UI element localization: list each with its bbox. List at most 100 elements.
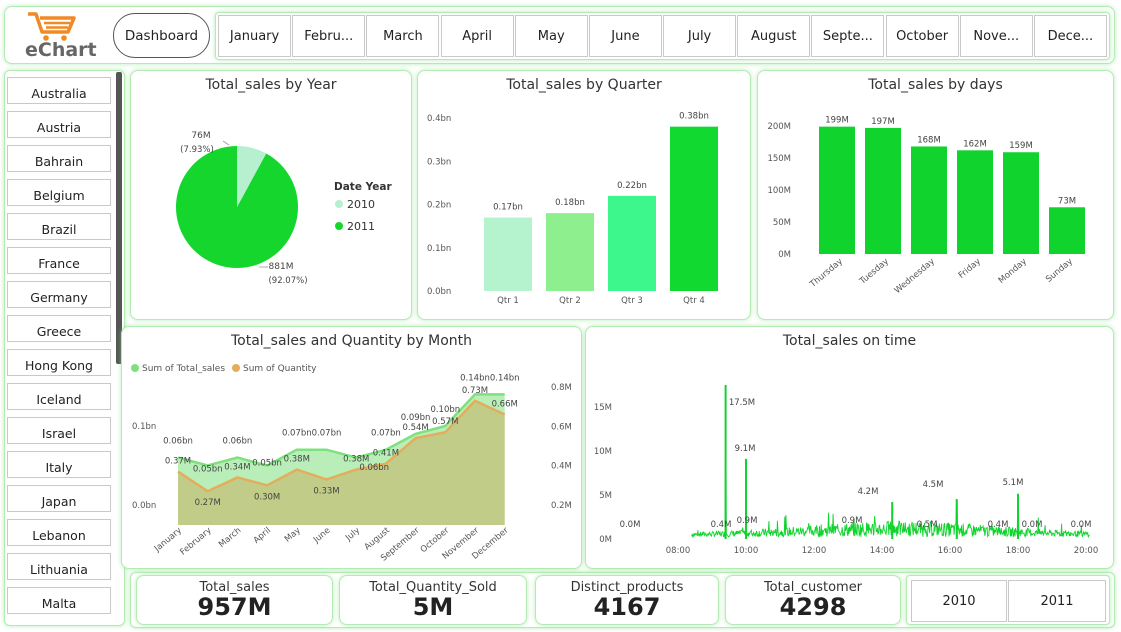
x-axis-tick: Qtr 1 xyxy=(497,296,519,306)
sales-data-label: 0.06bn xyxy=(163,437,193,447)
peak-data-label: 0.9M xyxy=(737,516,758,526)
x-axis-tick: Qtr 4 xyxy=(683,296,705,306)
sidebar-scrollbar[interactable] xyxy=(116,72,122,364)
pie-label-2011-pct: (92.07%) xyxy=(268,276,307,286)
day-bar-wednesday[interactable] xyxy=(911,146,947,254)
x-axis-tick: May xyxy=(283,526,303,545)
quantity-data-label: 0.34M xyxy=(224,462,250,472)
day-bar-friday[interactable] xyxy=(957,150,993,254)
y-axis-tick: 0.2bn xyxy=(427,201,451,211)
month-button-10[interactable]: October xyxy=(885,15,959,57)
quarter-bar-chart: 0.0bn 0.1bn 0.2bn 0.3bn 0.4bn 0.17bn Qtr 1 0.18… xyxy=(427,112,718,306)
panel-sales-on-time: Total_sales on time 0M 5M 10M 15M 08:00 10:00… xyxy=(585,326,1114,569)
kpi-total-quantity-sold: Total_Quantity_Sold 5M xyxy=(339,575,527,625)
sales-data-label: 0.14bn xyxy=(460,373,490,383)
country-item-lithuania[interactable]: Lithuania xyxy=(7,553,111,580)
y-axis-tick: 0M xyxy=(778,250,791,260)
quantity-data-label: 0.41M xyxy=(373,449,399,459)
shopping-cart-icon xyxy=(28,12,76,41)
country-item-lebanon[interactable]: Lebanon xyxy=(7,519,111,546)
quarter-bar-3[interactable] xyxy=(608,195,656,291)
y-axis-tick: 0.0bn xyxy=(427,287,451,297)
bar-data-label: 199M xyxy=(825,116,849,126)
pie-label-2010-value: 76M xyxy=(191,131,210,141)
quarter-bar-2[interactable] xyxy=(546,213,594,291)
month-button-1[interactable]: January xyxy=(218,15,292,57)
sales-data-label: 0.09bn xyxy=(401,413,431,423)
y-right-axis-tick: 0.8M xyxy=(551,383,572,393)
country-item-austria[interactable]: Austria xyxy=(7,111,111,138)
y-axis-tick: 5M xyxy=(599,491,612,501)
x-axis-tick: Qtr 2 xyxy=(559,296,581,306)
panel-sales-by-year: Total_sales by Year 76M (7.93%) 881M (92… xyxy=(130,70,412,320)
y-right-axis-tick: 0.6M xyxy=(551,422,572,432)
country-item-belgium[interactable]: Belgium xyxy=(7,179,111,206)
month-button-5[interactable]: May xyxy=(514,15,588,57)
month-button-11[interactable]: Nove... xyxy=(959,15,1033,57)
bar-data-label: 0.22bn xyxy=(617,181,647,191)
country-item-france[interactable]: France xyxy=(7,247,111,274)
y-axis-tick: 10M xyxy=(594,447,612,457)
month-button-12[interactable]: Dece... xyxy=(1033,15,1107,57)
bar-data-label: 0.38bn xyxy=(679,112,709,122)
country-item-malta[interactable]: Malta xyxy=(7,587,111,614)
peak-data-label: 0.4M xyxy=(988,520,1009,530)
x-axis-tick: 10:00 xyxy=(734,546,759,556)
logo: eChart xyxy=(12,10,102,62)
country-item-bahrain[interactable]: Bahrain xyxy=(7,145,111,172)
x-axis-tick: Friday xyxy=(957,257,983,281)
country-item-germany[interactable]: Germany xyxy=(7,281,111,308)
bar-data-label: 0.17bn xyxy=(493,202,523,212)
day-bar-monday[interactable] xyxy=(1003,152,1039,254)
pie-chart: 76M (7.93%) 881M (92.07%) Date Year 2010… xyxy=(176,131,392,286)
x-axis-tick: 14:00 xyxy=(870,546,895,556)
kpi-total-customer: Total_customer 4298 xyxy=(725,575,901,625)
logo-text: eChart xyxy=(25,39,97,61)
legend-marker-2011 xyxy=(335,222,343,230)
month-button-6[interactable]: June xyxy=(588,15,662,57)
month-button-8[interactable]: August xyxy=(737,15,811,57)
country-item-brazil[interactable]: Brazil xyxy=(7,213,111,240)
quantity-data-label: 0.38M xyxy=(284,455,310,465)
y-axis-tick: 150M xyxy=(767,154,791,164)
x-axis-tick: June xyxy=(311,526,332,546)
year-button-2010[interactable]: 2010 xyxy=(911,580,1007,622)
quarter-bar-1[interactable] xyxy=(484,217,532,291)
kpi-value: 957M xyxy=(197,593,272,621)
month-button-7[interactable]: July xyxy=(663,15,737,57)
country-item-greece[interactable]: Greece xyxy=(7,315,111,342)
legend-item-2010[interactable]: 2010 xyxy=(347,198,375,211)
month-button-2[interactable]: Febru... xyxy=(292,15,366,57)
x-axis-tick: April xyxy=(252,526,273,546)
month-button-9[interactable]: Septe... xyxy=(811,15,885,57)
x-axis-tick: Tuesday xyxy=(857,257,891,288)
y-axis-tick: 200M xyxy=(767,122,791,132)
peak-data-label: 0.4M xyxy=(711,520,732,530)
legend-title: Date Year xyxy=(334,181,392,193)
country-item-australia[interactable]: Australia xyxy=(7,77,111,104)
country-item-israel[interactable]: Israel xyxy=(7,417,111,444)
sales-data-label: 0.06bn xyxy=(223,437,253,447)
bar-data-label: 168M xyxy=(917,135,941,145)
y-axis-tick: 0.1bn xyxy=(427,244,451,254)
x-axis-tick: February xyxy=(178,526,213,558)
quantity-data-label: 0.33M xyxy=(313,486,339,496)
day-bar-thursday[interactable] xyxy=(819,126,855,254)
legend-item-2011[interactable]: 2011 xyxy=(347,220,375,233)
year-button-2011[interactable]: 2011 xyxy=(1008,580,1106,622)
country-item-italy[interactable]: Italy xyxy=(7,451,111,478)
x-axis-tick: March xyxy=(217,526,243,550)
dashboard-button[interactable]: Dashboard xyxy=(113,13,210,58)
quarter-bar-4[interactable] xyxy=(670,126,718,292)
peak-data-label: 0.9M xyxy=(842,516,863,526)
peak-data-label: 4.2M xyxy=(858,487,879,497)
country-item-iceland[interactable]: Iceland xyxy=(7,383,111,410)
country-item-japan[interactable]: Japan xyxy=(7,485,111,512)
day-bar-tuesday[interactable] xyxy=(865,127,901,254)
peak-data-label: 17.5M xyxy=(729,398,755,408)
legend-marker-sales xyxy=(131,364,139,372)
day-bar-sunday[interactable] xyxy=(1049,207,1085,254)
country-item-hong-kong[interactable]: Hong Kong xyxy=(7,349,111,376)
month-button-3[interactable]: March xyxy=(366,15,440,57)
month-button-4[interactable]: April xyxy=(440,15,514,57)
